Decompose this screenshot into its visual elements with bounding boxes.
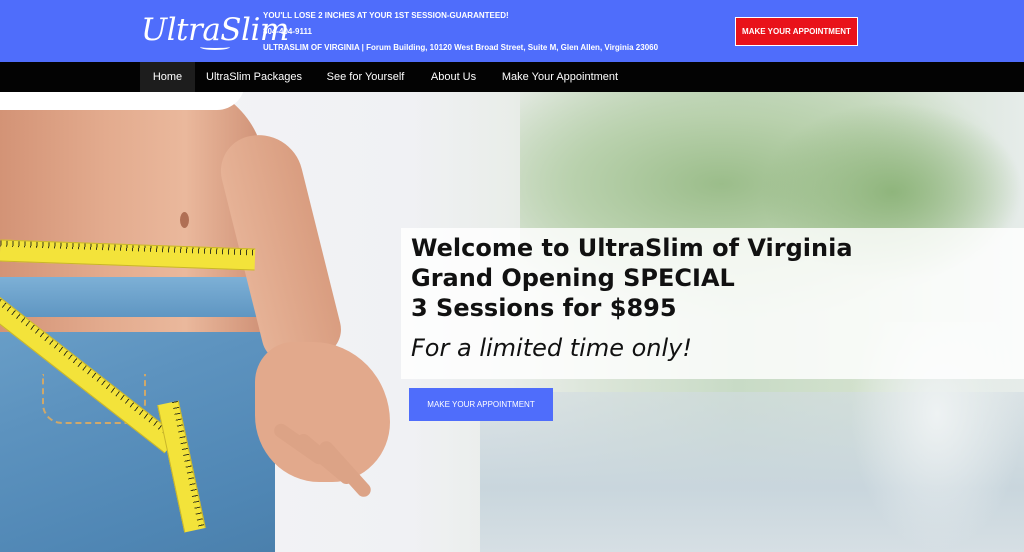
top-header: UltraSlim YOU'LL LOSE 2 INCHES AT YOUR 1… [0, 0, 1024, 62]
make-appointment-button-header[interactable]: MAKE YOUR APPOINTMENT [735, 17, 858, 46]
nav-item-see-for-yourself[interactable]: See for Yourself [318, 62, 413, 92]
hero-headline-price: 3 Sessions for $895 [411, 294, 677, 322]
guarantee-text: YOU'LL LOSE 2 INCHES AT YOUR 1ST SESSION… [263, 11, 509, 20]
hero-headline-welcome: Welcome to UltraSlim of Virginia [411, 234, 853, 262]
hero-headline-special: Grand Opening SPECIAL [411, 264, 735, 292]
nav-item-make-your-appointment[interactable]: Make Your Appointment [494, 62, 626, 92]
main-nav: Home UltraSlim Packages See for Yourself… [0, 62, 1024, 92]
white-top-illustration [0, 92, 245, 110]
logo-swoosh-icon [200, 44, 230, 50]
phone-number[interactable]: 804-404-9111 [263, 27, 312, 36]
hero-tagline: For a limited time only! [411, 334, 692, 362]
make-appointment-button-hero[interactable]: MAKE YOUR APPOINTMENT [409, 388, 553, 421]
address-text: ULTRASLIM OF VIRGINIA | Forum Building, … [263, 43, 659, 52]
nav-item-about-us[interactable]: About Us [422, 62, 485, 92]
nav-item-home[interactable]: Home [140, 62, 195, 92]
jeans-waistband [0, 277, 275, 317]
navel-illustration [180, 212, 189, 228]
nav-item-ultraslim-packages[interactable]: UltraSlim Packages [200, 62, 308, 92]
